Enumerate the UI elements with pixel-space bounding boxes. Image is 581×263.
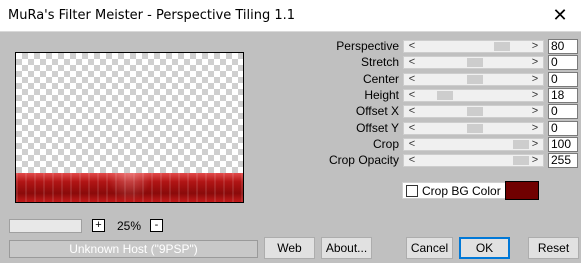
slider-thumb[interactable] <box>467 75 483 84</box>
reset-button[interactable]: Reset <box>528 237 579 259</box>
chevron-left-icon[interactable]: < <box>406 89 418 102</box>
param-slider[interactable]: < > <box>403 56 544 69</box>
param-label: Crop <box>372 137 399 151</box>
param-label: Height <box>364 88 399 102</box>
param-slider[interactable]: < > <box>403 122 544 135</box>
param-label: Offset Y <box>356 121 399 135</box>
preview-tiled-floor <box>16 173 243 202</box>
param-value-field[interactable]: 80 <box>548 39 578 54</box>
chevron-left-icon[interactable]: < <box>406 73 418 86</box>
slider-thumb[interactable] <box>494 42 510 51</box>
param-value-field[interactable]: 18 <box>548 88 578 103</box>
param-value-field[interactable]: 0 <box>548 121 578 136</box>
ok-button[interactable]: OK <box>459 237 510 259</box>
about-button[interactable]: About... <box>321 237 372 259</box>
chevron-right-icon[interactable]: > <box>529 89 541 102</box>
crop-bg-color-toggle[interactable]: Crop BG Color <box>402 182 508 199</box>
chevron-left-icon[interactable]: < <box>406 56 418 69</box>
param-label: Offset X <box>355 104 399 118</box>
chevron-right-icon[interactable]: > <box>529 105 541 118</box>
cancel-button[interactable]: Cancel <box>406 237 453 259</box>
chevron-left-icon[interactable]: < <box>406 105 418 118</box>
chevron-right-icon[interactable]: > <box>529 56 541 69</box>
title-bar: MuRa's Filter Meister - Perspective Tili… <box>0 0 581 32</box>
param-slider[interactable]: < > <box>403 154 544 167</box>
param-label: Stretch <box>360 55 399 69</box>
param-label: Perspective <box>336 39 399 53</box>
param-slider[interactable]: < > <box>403 73 544 86</box>
chevron-right-icon[interactable]: > <box>529 73 541 86</box>
chevron-right-icon[interactable]: > <box>529 154 541 167</box>
param-slider[interactable]: < > <box>403 105 544 118</box>
preview-info-box <box>9 219 82 233</box>
slider-thumb[interactable] <box>467 58 483 67</box>
param-value-field[interactable]: 255 <box>548 153 578 168</box>
param-label: Center <box>362 72 399 86</box>
param-value-field[interactable]: 0 <box>548 55 578 70</box>
param-value-field[interactable]: 0 <box>548 72 578 87</box>
web-button[interactable]: Web <box>264 237 315 259</box>
preview-canvas[interactable] <box>15 52 244 203</box>
crop-bg-checkbox[interactable] <box>406 184 418 197</box>
zoom-out-button[interactable]: - <box>150 219 163 232</box>
crop-bg-label: Crop BG Color <box>422 183 501 198</box>
crop-bg-color-swatch[interactable] <box>505 181 539 200</box>
param-label: Crop Opacity <box>328 153 399 167</box>
param-slider[interactable]: < > <box>403 40 544 53</box>
chevron-left-icon[interactable]: < <box>406 122 418 135</box>
param-slider[interactable]: < > <box>403 89 544 102</box>
window-title: MuRa's Filter Meister - Perspective Tili… <box>8 8 296 23</box>
param-value-field[interactable]: 100 <box>548 137 578 152</box>
slider-thumb[interactable] <box>467 124 483 133</box>
chevron-right-icon[interactable]: > <box>529 122 541 135</box>
zoom-level: 25% <box>117 219 142 233</box>
param-slider[interactable]: < > <box>403 138 544 151</box>
chevron-left-icon[interactable]: < <box>406 40 418 53</box>
slider-thumb[interactable] <box>513 140 529 149</box>
zoom-in-button[interactable]: + <box>92 219 105 232</box>
chevron-right-icon[interactable]: > <box>529 138 541 151</box>
host-status: Unknown Host ("9PSP") <box>9 240 258 258</box>
chevron-right-icon[interactable]: > <box>529 40 541 53</box>
slider-thumb[interactable] <box>437 91 453 100</box>
param-value-field[interactable]: 0 <box>548 104 578 119</box>
slider-thumb[interactable] <box>467 107 483 116</box>
close-icon[interactable]: ✕ <box>549 5 571 27</box>
chevron-left-icon[interactable]: < <box>406 154 418 167</box>
chevron-left-icon[interactable]: < <box>406 138 418 151</box>
slider-thumb[interactable] <box>513 156 529 165</box>
